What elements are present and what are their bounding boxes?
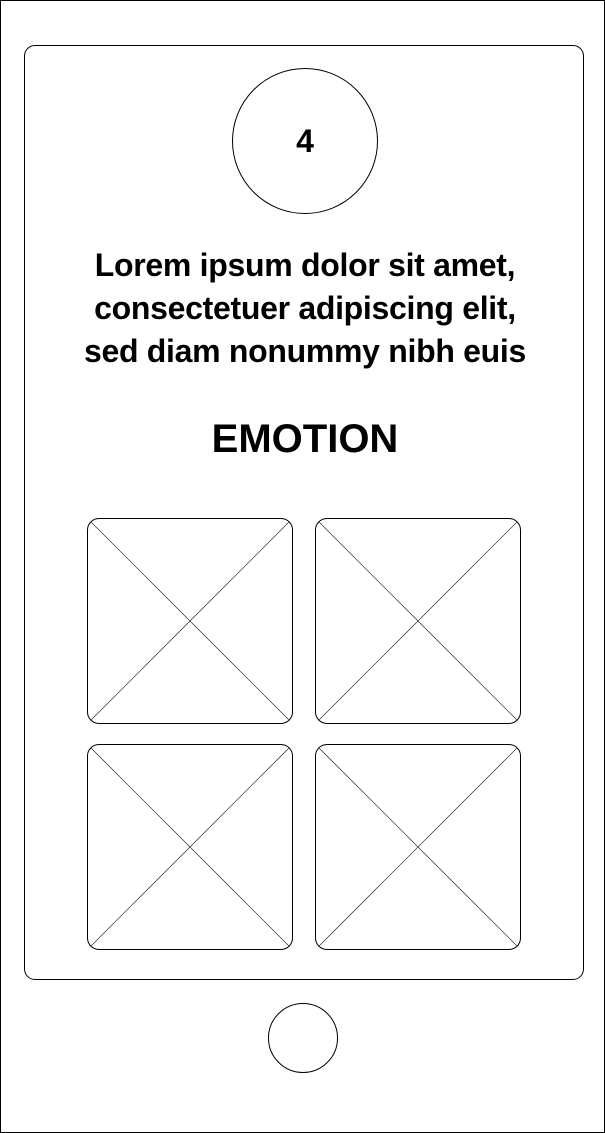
emotion-heading: EMOTION [211,417,399,461]
image-placeholder-icon [316,519,520,723]
prompt-line-1: Lorem ipsum dolor sit amet, [94,247,516,283]
image-placeholder-icon [316,745,520,949]
emotion-option-2[interactable] [315,518,521,724]
emotion-option-4[interactable] [315,744,521,950]
phone-frame: 4 Lorem ipsum dolor sit amet, consectetu… [0,0,605,1133]
prompt-text: Lorem ipsum dolor sit amet, consectetuer… [25,244,585,373]
emotion-option-3[interactable] [87,744,293,950]
step-number: 4 [296,123,314,159]
prompt-line-2: consectetuer adipiscing elit, [94,290,516,326]
image-placeholder-icon [88,519,292,723]
prompt-line-3: sed diam nonummy nibh euis [83,333,527,369]
emotion-option-1[interactable] [87,518,293,724]
image-placeholder-icon [88,745,292,949]
phone-screen: 4 Lorem ipsum dolor sit amet, consectetu… [24,45,584,980]
step-number-badge: 4 [232,68,378,214]
home-button[interactable] [268,1003,338,1073]
